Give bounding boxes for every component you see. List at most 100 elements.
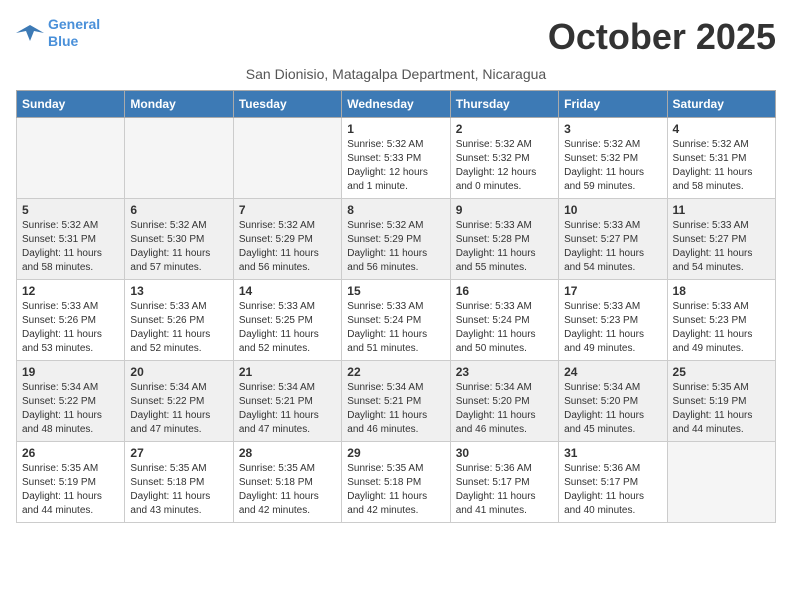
day-number: 17 — [564, 284, 661, 298]
day-info: Sunrise: 5:32 AM Sunset: 5:32 PM Dayligh… — [564, 138, 661, 194]
calendar-cell: 9Sunrise: 5:33 AM Sunset: 5:28 PM Daylig… — [450, 199, 558, 280]
header: General Blue October 2025 — [16, 16, 776, 58]
day-info: Sunrise: 5:35 AM Sunset: 5:18 PM Dayligh… — [347, 462, 444, 518]
day-info: Sunrise: 5:33 AM Sunset: 5:23 PM Dayligh… — [564, 300, 661, 356]
logo: General Blue — [16, 16, 100, 50]
calendar-cell: 22 Sunrise: 5:34 AM Sunset: 5:21 PM Dayli… — [342, 361, 450, 442]
day-info: Sunrise: 5:36 AM Sunset: 5:17 PM Dayligh… — [564, 462, 661, 518]
day-header-tuesday: Tuesday — [233, 91, 341, 118]
day-header-wednesday: Wednesday — [342, 91, 450, 118]
title-section: October 2025 — [548, 16, 776, 58]
day-header-friday: Friday — [559, 91, 667, 118]
calendar-cell: 26 Sunrise: 5:35 AM Sunset: 5:19 PM Dayli… — [17, 442, 125, 523]
day-info: Sunrise: 5:32 AM Sunset: 5:29 PM Dayligh… — [239, 219, 336, 275]
day-info: Sunrise: 5:33 AM Sunset: 5:25 PM Dayligh… — [239, 300, 336, 356]
calendar-cell: 29 Sunrise: 5:35 AM Sunset: 5:18 PM Dayli… — [342, 442, 450, 523]
day-info: Sunrise: 5:34 AM Sunset: 5:21 PM Dayligh… — [347, 381, 444, 437]
calendar-cell: 13 Sunrise: 5:33 AM Sunset: 5:26 PM Dayli… — [125, 280, 233, 361]
day-number: 5 — [22, 203, 119, 217]
calendar-cell — [17, 118, 125, 199]
calendar-cell: 18Sunrise: 5:33 AM Sunset: 5:23 PM Dayli… — [667, 280, 775, 361]
day-info: Sunrise: 5:34 AM Sunset: 5:20 PM Dayligh… — [456, 381, 553, 437]
day-info: Sunrise: 5:32 AM Sunset: 5:33 PM Dayligh… — [347, 138, 444, 194]
day-number: 26 — [22, 446, 119, 460]
calendar-week-2: 5 Sunrise: 5:32 AM Sunset: 5:31 PM Daylig… — [17, 199, 776, 280]
day-number: 29 — [347, 446, 444, 460]
day-info: Sunrise: 5:35 AM Sunset: 5:19 PM Dayligh… — [22, 462, 119, 518]
day-info: Sunrise: 5:36 AM Sunset: 5:17 PM Dayligh… — [456, 462, 553, 518]
calendar-cell: 11 Sunrise: 5:33 AM Sunset: 5:27 PM Dayli… — [667, 199, 775, 280]
day-number: 27 — [130, 446, 227, 460]
calendar-cell — [125, 118, 233, 199]
day-info: Sunrise: 5:33 AM Sunset: 5:27 PM Dayligh… — [673, 219, 770, 275]
month-title: October 2025 — [548, 16, 776, 58]
day-info: Sunrise: 5:32 AM Sunset: 5:30 PM Dayligh… — [130, 219, 227, 275]
day-info: Sunrise: 5:32 AM Sunset: 5:31 PM Dayligh… — [673, 138, 770, 194]
calendar-cell: 27 Sunrise: 5:35 AM Sunset: 5:18 PM Dayli… — [125, 442, 233, 523]
day-number: 8 — [347, 203, 444, 217]
day-number: 21 — [239, 365, 336, 379]
calendar-cell: 14 Sunrise: 5:33 AM Sunset: 5:25 PM Dayli… — [233, 280, 341, 361]
calendar-cell: 24Sunrise: 5:34 AM Sunset: 5:20 PM Dayli… — [559, 361, 667, 442]
calendar-cell: 10 Sunrise: 5:33 AM Sunset: 5:27 PM Dayli… — [559, 199, 667, 280]
calendar-week-5: 26 Sunrise: 5:35 AM Sunset: 5:19 PM Dayli… — [17, 442, 776, 523]
calendar-cell: 5 Sunrise: 5:32 AM Sunset: 5:31 PM Daylig… — [17, 199, 125, 280]
day-number: 3 — [564, 122, 661, 136]
day-info: Sunrise: 5:34 AM Sunset: 5:21 PM Dayligh… — [239, 381, 336, 437]
day-info: Sunrise: 5:34 AM Sunset: 5:22 PM Dayligh… — [22, 381, 119, 437]
calendar-cell: 3 Sunrise: 5:32 AM Sunset: 5:32 PM Daylig… — [559, 118, 667, 199]
day-info: Sunrise: 5:34 AM Sunset: 5:20 PM Dayligh… — [564, 381, 661, 437]
day-info: Sunrise: 5:32 AM Sunset: 5:31 PM Dayligh… — [22, 219, 119, 275]
day-info: Sunrise: 5:33 AM Sunset: 5:26 PM Dayligh… — [22, 300, 119, 356]
day-number: 22 — [347, 365, 444, 379]
logo-icon — [16, 21, 44, 45]
calendar-week-4: 19Sunrise: 5:34 AM Sunset: 5:22 PM Dayli… — [17, 361, 776, 442]
calendar-cell: 30 Sunrise: 5:36 AM Sunset: 5:17 PM Dayli… — [450, 442, 558, 523]
calendar-cell: 12 Sunrise: 5:33 AM Sunset: 5:26 PM Dayli… — [17, 280, 125, 361]
day-number: 30 — [456, 446, 553, 460]
day-info: Sunrise: 5:33 AM Sunset: 5:28 PM Dayligh… — [456, 219, 553, 275]
day-info: Sunrise: 5:32 AM Sunset: 5:32 PM Dayligh… — [456, 138, 553, 194]
calendar-week-3: 12 Sunrise: 5:33 AM Sunset: 5:26 PM Dayli… — [17, 280, 776, 361]
calendar-cell: 21 Sunrise: 5:34 AM Sunset: 5:21 PM Dayli… — [233, 361, 341, 442]
calendar-cell: 28 Sunrise: 5:35 AM Sunset: 5:18 PM Dayli… — [233, 442, 341, 523]
day-number: 7 — [239, 203, 336, 217]
day-header-monday: Monday — [125, 91, 233, 118]
day-number: 25 — [673, 365, 770, 379]
day-number: 15 — [347, 284, 444, 298]
calendar-cell: 16 Sunrise: 5:33 AM Sunset: 5:24 PM Dayli… — [450, 280, 558, 361]
calendar-cell: 31 Sunrise: 5:36 AM Sunset: 5:17 PM Dayli… — [559, 442, 667, 523]
calendar-cell — [667, 442, 775, 523]
day-info: Sunrise: 5:35 AM Sunset: 5:18 PM Dayligh… — [239, 462, 336, 518]
calendar-cell: 25 Sunrise: 5:35 AM Sunset: 5:19 PM Dayli… — [667, 361, 775, 442]
day-info: Sunrise: 5:35 AM Sunset: 5:18 PM Dayligh… — [130, 462, 227, 518]
day-number: 20 — [130, 365, 227, 379]
calendar-cell: 17 Sunrise: 5:33 AM Sunset: 5:23 PM Dayli… — [559, 280, 667, 361]
day-number: 2 — [456, 122, 553, 136]
logo-line2: Blue — [48, 33, 78, 49]
day-header-thursday: Thursday — [450, 91, 558, 118]
day-info: Sunrise: 5:33 AM Sunset: 5:27 PM Dayligh… — [564, 219, 661, 275]
day-number: 4 — [673, 122, 770, 136]
day-number: 11 — [673, 203, 770, 217]
header-row: SundayMondayTuesdayWednesdayThursdayFrid… — [17, 91, 776, 118]
day-number: 28 — [239, 446, 336, 460]
day-number: 31 — [564, 446, 661, 460]
day-number: 12 — [22, 284, 119, 298]
calendar-cell: 20Sunrise: 5:34 AM Sunset: 5:22 PM Dayli… — [125, 361, 233, 442]
logo-line1: General — [48, 16, 100, 32]
day-number: 14 — [239, 284, 336, 298]
day-info: Sunrise: 5:33 AM Sunset: 5:24 PM Dayligh… — [456, 300, 553, 356]
day-info: Sunrise: 5:33 AM Sunset: 5:26 PM Dayligh… — [130, 300, 227, 356]
day-number: 13 — [130, 284, 227, 298]
calendar-week-1: 1Sunrise: 5:32 AM Sunset: 5:33 PM Daylig… — [17, 118, 776, 199]
day-info: Sunrise: 5:35 AM Sunset: 5:19 PM Dayligh… — [673, 381, 770, 437]
day-number: 23 — [456, 365, 553, 379]
day-number: 10 — [564, 203, 661, 217]
subtitle: San Dionisio, Matagalpa Department, Nica… — [16, 66, 776, 82]
day-info: Sunrise: 5:32 AM Sunset: 5:29 PM Dayligh… — [347, 219, 444, 275]
calendar-cell: 23 Sunrise: 5:34 AM Sunset: 5:20 PM Dayli… — [450, 361, 558, 442]
calendar-cell: 19Sunrise: 5:34 AM Sunset: 5:22 PM Dayli… — [17, 361, 125, 442]
day-number: 16 — [456, 284, 553, 298]
day-info: Sunrise: 5:33 AM Sunset: 5:24 PM Dayligh… — [347, 300, 444, 356]
